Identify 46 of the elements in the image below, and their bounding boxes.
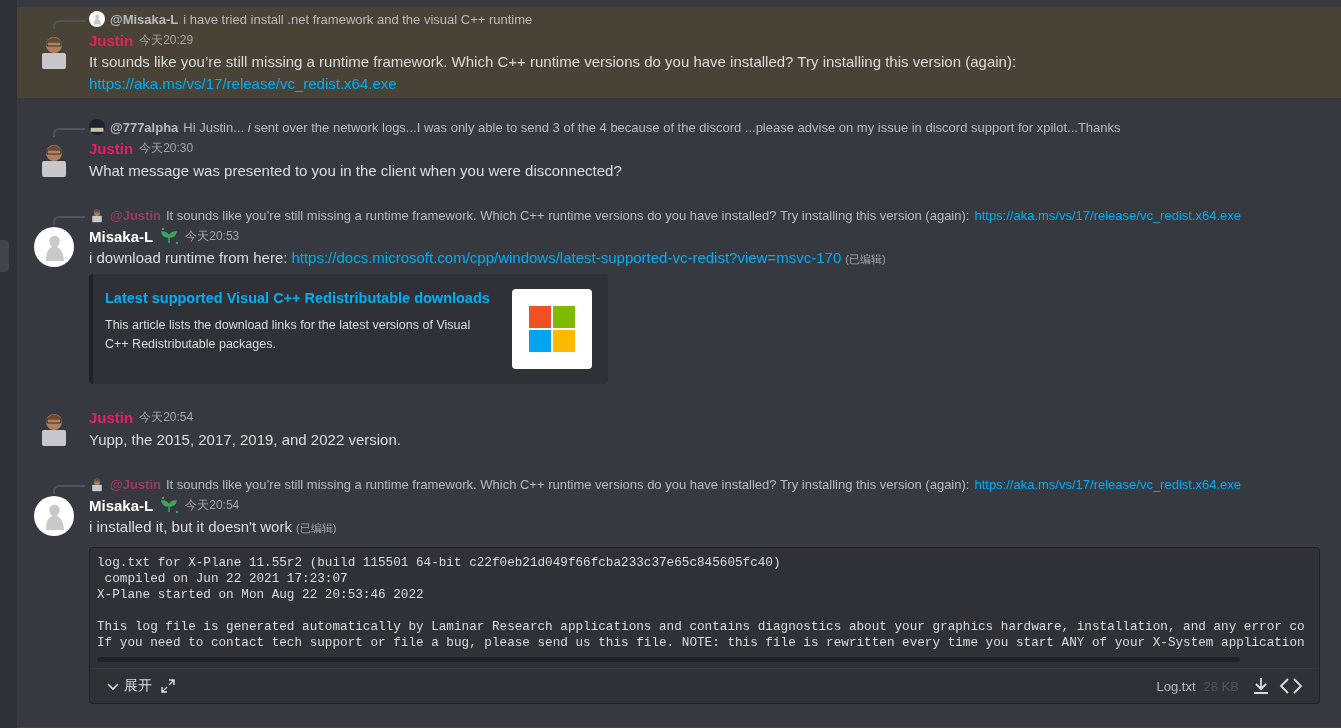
author-name[interactable]: Justin [89,408,134,426]
fullscreen-button[interactable] [160,678,176,694]
code-text: log.txt for X-Plane 11.55r2 (build 115501 64-bit c22f0eb21d049f66fcba233c37e65c845605fc40) compiled on Jun 22 2021 17:23:07 X-Plane started on Mon Aug 22 20:53:46 2022 This log file is generated automatically by Laminar Research applications and contains diagnostics about your graphics hardware, installation, and any error co If you need to contact tech support or file a bug, please send us this file. NOTE: this file is rewritten every time you start ANY of your X-System application [96,554,1306,651]
author-name[interactable]: Justin [89,139,134,157]
avatar-icon[interactable] [89,119,105,135]
message-text: Yupp, the 2015, 2017, 2019, and 2022 version. [89,430,401,450]
embed-description: This article lists the download links for the latest versions of Visual C++ Redistributable packages. [105,317,472,353]
reply-link[interactable]: https://aka.ms/vs/17/release/vc_redist.x64.exe [974,476,1242,492]
timestamp: 今天20:54 [185,496,240,514]
message-link[interactable]: https://docs.microsoft.com/cpp/windows/latest-supported-vc-redist?view=msvc-170 [291,247,842,269]
edited-label: (已编辑) [845,252,886,267]
message-text: It sounds like you’re still missing a runtime framework. Which C++ runtime versions do you have installed? Try installing this version (again): [89,52,1017,72]
reply-preview[interactable]: i have tried install .net framework and the visual C++ runtime [183,11,533,27]
windows-logo-icon [529,306,575,352]
avatar-icon[interactable] [89,11,105,27]
reply-mention[interactable]: @Misaka-L [110,11,179,27]
timestamp: 今天20:30 [139,139,194,157]
reply-preview[interactable]: Hi Justin... i sent over the network logs...I was only able to send 3 of the 4 because of the discord ...please advise on my issue in discord support for xpilot...Thanks [183,119,1121,135]
timestamp: 今天20:54 [139,408,194,426]
message-link[interactable]: https://aka.ms/vs/17/release/vc_redist.x64.exe [89,73,397,95]
reply-preview[interactable]: It sounds like you’re still missing a runtime framework. Which C++ runtime versions do you have installed? Try installing this version (again): [165,207,970,223]
message-text: i installed it, but it doesn't work [89,517,292,537]
author-name[interactable]: Misaka-L [89,496,154,514]
download-button[interactable] [1251,676,1271,696]
file-name: Log.txt [1156,678,1196,694]
embed-thumbnail[interactable] [512,289,592,369]
avatar-icon[interactable] [34,227,74,267]
avatar-icon[interactable] [89,207,105,223]
reply-mention[interactable]: @777alpha [110,119,179,135]
reply-connector [53,216,85,225]
timestamp: 今天20:29 [139,31,194,49]
embed-title[interactable]: Latest supported Visual C++ Redistributable downloads [105,290,492,306]
reply-connector [53,485,85,494]
message-text: i download runtime from here: [89,248,288,268]
edited-label: (已编辑) [295,521,337,536]
reply-connector [53,128,85,137]
avatar-icon[interactable] [34,496,74,536]
avatar-icon[interactable] [89,476,105,492]
message-text: What message was presented to you in the client when you were disconnected? [89,161,622,181]
author-name[interactable]: Misaka-L [89,227,154,245]
reply-link[interactable]: https://aka.ms/vs/17/release/vc_redist.x64.exe [974,207,1242,223]
reply-preview[interactable]: It sounds like you’re still missing a runtime framework. Which C++ runtime versions do you have installed? Try installing this version (again): [165,476,970,492]
expand-button[interactable]: 展开 [106,677,152,695]
view-code-button[interactable] [1279,676,1303,696]
timestamp: 今天20:53 [185,227,240,245]
reply-connector [53,20,85,29]
